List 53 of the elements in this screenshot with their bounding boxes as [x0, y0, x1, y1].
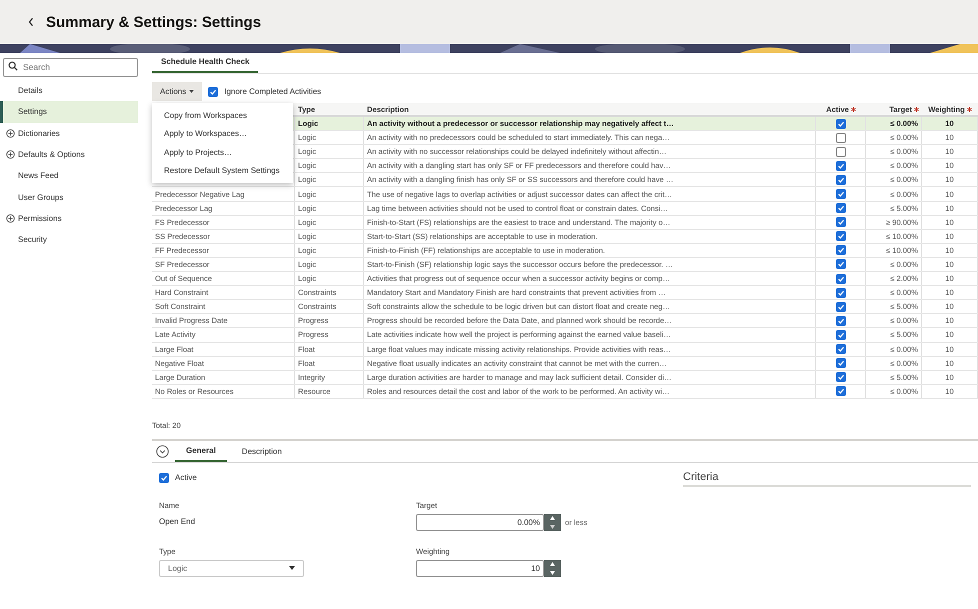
sidebar-item[interactable]: User Groups	[0, 186, 140, 208]
type-dropdown[interactable]: Logic	[159, 560, 304, 577]
checkbox-label: Ignore Completed Activities	[224, 87, 322, 96]
checkbox[interactable]	[208, 86, 218, 96]
checkbox[interactable]	[836, 344, 846, 354]
checkbox[interactable]	[836, 160, 846, 171]
menu-item[interactable]: Apply to Projects…	[152, 143, 293, 162]
menu-item[interactable]: Copy from Workspaces	[152, 106, 293, 124]
caret-icon	[189, 90, 194, 93]
checkbox[interactable]	[836, 146, 846, 157]
checkbox[interactable]	[836, 245, 846, 256]
collapse-icon[interactable]	[156, 444, 169, 458]
tab[interactable]: Description	[230, 440, 293, 462]
checkbox[interactable]	[836, 386, 846, 396]
checkbox[interactable]	[836, 358, 846, 368]
checkbox[interactable]	[836, 302, 846, 312]
sidebar-item[interactable]: Defaults & Options	[0, 144, 140, 166]
checkbox[interactable]	[836, 259, 846, 270]
checkbox[interactable]	[836, 132, 846, 143]
sidebar-item[interactable]: Settings	[0, 101, 138, 123]
sidebar-item[interactable]: News Feed	[0, 165, 140, 186]
spinner-icon[interactable]	[544, 560, 561, 577]
checkbox[interactable]	[836, 288, 846, 298]
back-icon[interactable]	[28, 17, 34, 27]
checkbox[interactable]	[159, 472, 169, 483]
weighting-field[interactable]: 10	[416, 560, 544, 577]
target-field[interactable]: 0.00%	[416, 514, 544, 531]
search-field[interactable]: Search	[3, 58, 138, 76]
sidebar-item[interactable]: Security	[0, 229, 140, 250]
menu-item[interactable]: Restore Default System Settings	[152, 162, 293, 180]
checkbox[interactable]	[836, 203, 846, 214]
checkbox[interactable]	[836, 274, 846, 284]
checkbox-label: Active	[175, 473, 197, 482]
checkbox[interactable]	[836, 174, 846, 185]
caret-icon	[289, 566, 295, 570]
checkbox[interactable]	[836, 189, 846, 200]
spinner-icon[interactable]	[544, 514, 561, 531]
sidebar-item[interactable]: Details	[0, 80, 140, 102]
menu-item[interactable]: Apply to Workspaces…	[152, 124, 293, 143]
checkbox[interactable]	[836, 316, 846, 326]
name-value: Open End	[159, 516, 196, 526]
checkbox[interactable]	[836, 118, 846, 129]
checkbox[interactable]	[836, 231, 846, 242]
tab[interactable]: General	[175, 440, 227, 462]
page-title: Summary & Settings: Settings	[46, 14, 262, 30]
sidebar-item[interactable]: Dictionaries	[0, 122, 140, 144]
actions-button[interactable]: Actions	[152, 82, 202, 101]
section-heading: Criteria	[683, 470, 971, 487]
sidebar-item[interactable]: Permissions	[0, 208, 140, 230]
checkbox[interactable]	[836, 330, 846, 340]
tab[interactable]: Schedule Health Check	[152, 53, 258, 73]
checkbox[interactable]	[836, 217, 846, 228]
checkbox[interactable]	[836, 372, 846, 382]
